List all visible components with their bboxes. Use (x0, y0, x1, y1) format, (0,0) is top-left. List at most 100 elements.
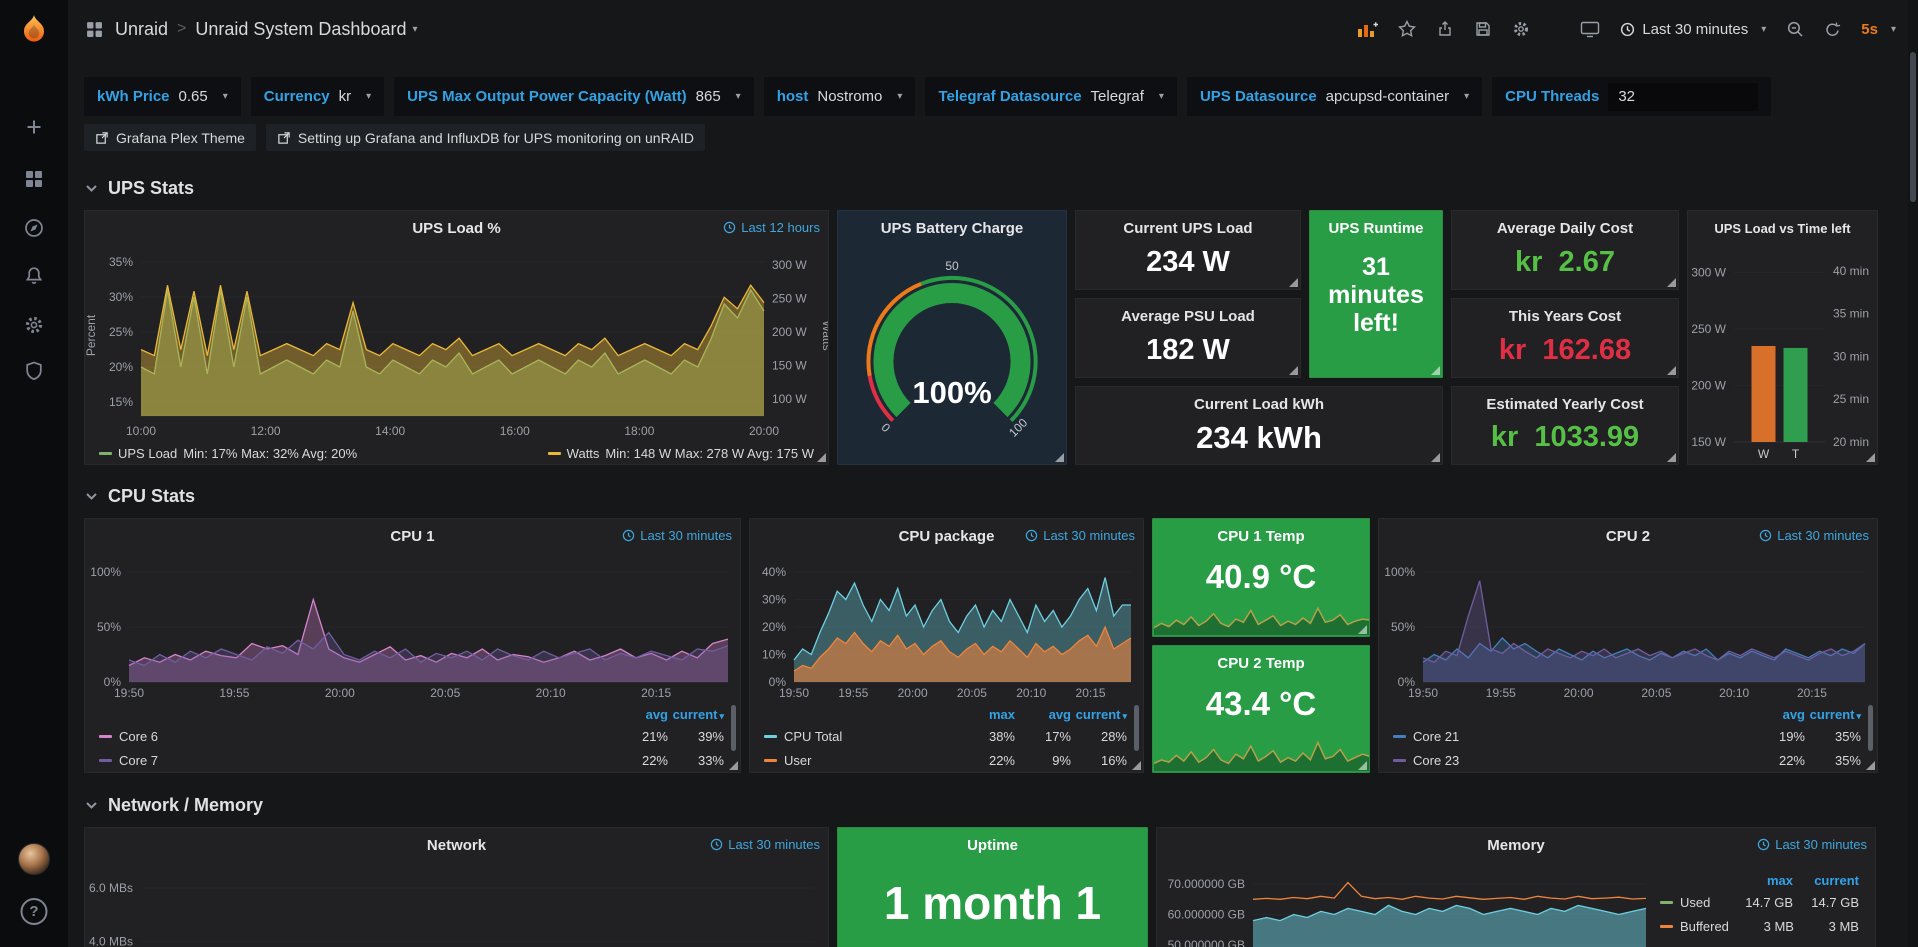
zoom-out-icon[interactable] (1786, 20, 1804, 38)
time-override-badge[interactable]: Last 12 hours (723, 220, 820, 235)
variable-kwh-price[interactable]: kWh Price 0.65 ▾ (84, 77, 241, 116)
battery-gauge-chart[interactable]: 050100 (838, 245, 1066, 465)
time-override-badge[interactable]: Last 30 minutes (622, 528, 732, 543)
help-icon[interactable]: ? (21, 898, 48, 925)
refresh-interval-picker[interactable]: 5s ▾ (1861, 21, 1896, 38)
panel-title[interactable]: CPU 2 Temp (1217, 655, 1304, 672)
series-toggle[interactable]: CPU Total (764, 729, 959, 744)
network-chart[interactable]: 2.0 MBs4.0 MBs6.0 MBs (85, 862, 828, 947)
svg-text:20:05: 20:05 (957, 686, 987, 700)
legend-sort-max[interactable]: max (1727, 873, 1793, 888)
grafana-logo-icon[interactable] (15, 12, 53, 50)
panel-title[interactable]: Current UPS Load (1123, 220, 1252, 237)
series-toggle[interactable]: Buffered (1660, 919, 1729, 934)
breadcrumb-root[interactable]: Unraid (115, 19, 168, 40)
panel-title[interactable]: This Years Cost (1509, 308, 1621, 325)
link-ups-monitoring-guide[interactable]: Setting up Grafana and InfluxDB for UPS … (266, 124, 705, 151)
variable-telegraf-datasource[interactable]: Telegraf Datasource Telegraf ▾ (925, 77, 1177, 116)
legend-sort-avg[interactable]: avg (1015, 707, 1071, 722)
legend-scrollbar[interactable] (1134, 705, 1139, 751)
panel-title[interactable]: Uptime (967, 837, 1018, 854)
series-toggle[interactable]: Core 21 (1393, 729, 1749, 744)
variable-host[interactable]: host Nostromo ▾ (764, 77, 916, 116)
series-toggle[interactable]: User (764, 753, 959, 768)
breadcrumb-caret-icon[interactable]: ▾ (412, 24, 417, 35)
ups-load-chart[interactable]: 15%20%25%30%35%100 W150 W200 W250 W300 W… (85, 245, 828, 440)
variable-ups-max-output[interactable]: UPS Max Output Power Capacity (Watt) 865… (394, 77, 754, 116)
navbar: Unraid > Unraid System Dashboard ▾ (68, 0, 1918, 58)
save-icon[interactable] (1474, 20, 1492, 38)
panel-title[interactable]: Estimated Yearly Cost (1486, 396, 1643, 413)
panel-title[interactable]: Memory (1487, 837, 1545, 854)
time-override-badge[interactable]: Last 30 minutes (1759, 528, 1869, 543)
series-swatch (99, 735, 112, 738)
legend-sort-current[interactable]: current▾ (668, 707, 724, 722)
panel-title[interactable]: CPU 2 (1606, 528, 1650, 545)
panel-title[interactable]: CPU package (899, 528, 995, 545)
time-override-badge[interactable]: Last 30 minutes (1757, 837, 1867, 852)
settings-gear-icon[interactable] (1512, 20, 1530, 38)
user-avatar[interactable] (18, 843, 50, 875)
panel-title[interactable]: Average Daily Cost (1497, 220, 1633, 237)
legend-item[interactable]: UPS Load Min: 17% Max: 32% Avg: 20% (99, 446, 357, 461)
legend-row: Core 21 19% 35% (1393, 724, 1861, 748)
time-override-badge[interactable]: Last 30 minutes (1025, 528, 1135, 543)
section-ups-stats[interactable]: UPS Stats (84, 176, 1894, 200)
panel-cpu-2: CPU 2 Last 30 minutes 0%50%100%19:5019:5… (1378, 518, 1878, 773)
legend-scrollbar[interactable] (1868, 705, 1873, 751)
legend-sort-current[interactable]: current (1793, 873, 1859, 888)
section-cpu-stats[interactable]: CPU Stats (84, 484, 1894, 508)
series-swatch (1393, 735, 1406, 738)
panel-title[interactable]: CPU 1 Temp (1217, 528, 1304, 545)
server-admin-shield-icon[interactable] (23, 360, 45, 382)
panel-title[interactable]: UPS Load vs Time left (1714, 221, 1850, 236)
variable-currency[interactable]: Currency kr ▾ (251, 77, 384, 116)
legend-sort-current[interactable]: current▾ (1805, 707, 1861, 722)
series-swatch (99, 452, 112, 455)
series-toggle[interactable]: Core 7 (99, 753, 612, 768)
explore-compass-icon[interactable] (23, 217, 45, 239)
cpu2-chart[interactable]: 0%50%100%19:5019:5520:0020:0520:1020:15 (1379, 553, 1877, 702)
page-scrollbar[interactable] (1908, 0, 1918, 947)
section-network-memory[interactable]: Network / Memory (84, 793, 1894, 817)
legend-sort-max[interactable]: max (959, 707, 1015, 722)
panel-title[interactable]: CPU 1 (390, 528, 434, 545)
legend-item[interactable]: Watts Min: 148 W Max: 278 W Avg: 175 W (548, 446, 814, 461)
page-scrollbar-thumb[interactable] (1910, 52, 1916, 202)
legend-sort-avg[interactable]: avg (1749, 707, 1805, 722)
configuration-gear-icon[interactable] (23, 314, 45, 336)
refresh-icon[interactable] (1824, 21, 1841, 38)
variable-ups-datasource[interactable]: UPS Datasource apcupsd-container ▾ (1187, 77, 1482, 116)
create-plus-icon[interactable] (23, 116, 45, 138)
svg-text:4.0 MBs: 4.0 MBs (89, 934, 133, 947)
memory-chart[interactable]: 50.000000 GB60.000000 GB70.000000 GB (1157, 862, 1660, 947)
link-grafana-plex-theme[interactable]: Grafana Plex Theme (84, 124, 256, 151)
add-panel-icon[interactable] (1357, 21, 1378, 38)
breadcrumb-page-title[interactable]: Unraid System Dashboard (195, 19, 406, 40)
series-toggle[interactable]: Core 23 (1393, 753, 1749, 768)
legend-sort-current[interactable]: current▾ (1071, 707, 1127, 722)
series-toggle[interactable]: Core 6 (99, 729, 612, 744)
star-icon[interactable] (1398, 20, 1416, 38)
time-picker[interactable]: Last 30 minutes ▾ (1620, 21, 1766, 38)
panel-title[interactable]: Average PSU Load (1121, 308, 1255, 325)
panel-title[interactable]: UPS Load % (412, 220, 500, 237)
legend-sort-avg[interactable]: avg (612, 707, 668, 722)
alerting-bell-icon[interactable] (23, 265, 45, 287)
panel-title[interactable]: UPS Battery Charge (881, 220, 1024, 237)
dashboard-grid-icon[interactable] (86, 21, 103, 38)
share-icon[interactable] (1436, 20, 1454, 38)
series-toggle[interactable]: Used (1660, 895, 1727, 910)
cpu1-chart[interactable]: 0%50%100%19:5019:5520:0020:0520:1020:15 (85, 553, 740, 702)
tv-kiosk-icon[interactable] (1580, 20, 1600, 38)
cpu-package-chart[interactable]: 0%10%20%30%40%19:5019:5520:0020:0520:102… (750, 553, 1143, 702)
legend-scrollbar[interactable] (731, 705, 736, 751)
panel-title[interactable]: UPS Runtime (1328, 220, 1423, 237)
panel-title[interactable]: Network (427, 837, 486, 854)
caret-down-icon: ▾ (1464, 91, 1469, 102)
dashboards-icon[interactable] (23, 168, 45, 190)
time-override-badge[interactable]: Last 30 minutes (710, 837, 820, 852)
panel-title[interactable]: Current Load kWh (1194, 396, 1324, 413)
ups-vs-time-chart[interactable]: 150 W200 W250 W300 W20 min25 min30 min35… (1688, 245, 1877, 464)
cpu-threads-input[interactable] (1608, 83, 1758, 111)
